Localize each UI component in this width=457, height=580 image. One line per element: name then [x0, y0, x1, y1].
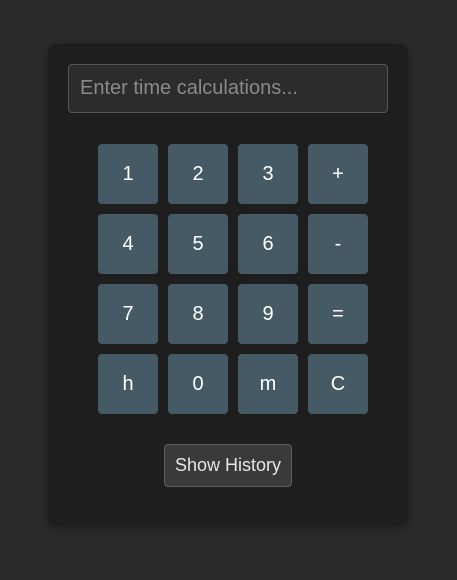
- key-9[interactable]: 9: [238, 284, 298, 344]
- key-minutes[interactable]: m: [238, 354, 298, 414]
- key-minus[interactable]: -: [308, 214, 368, 274]
- key-8[interactable]: 8: [168, 284, 228, 344]
- key-plus[interactable]: +: [308, 144, 368, 204]
- key-7[interactable]: 7: [98, 284, 158, 344]
- show-history-button[interactable]: Show History: [164, 444, 292, 487]
- key-3[interactable]: 3: [238, 144, 298, 204]
- key-equals[interactable]: =: [308, 284, 368, 344]
- key-clear[interactable]: C: [308, 354, 368, 414]
- key-1[interactable]: 1: [98, 144, 158, 204]
- time-calculation-input[interactable]: [68, 64, 388, 113]
- key-2[interactable]: 2: [168, 144, 228, 204]
- calculator-panel: 1 2 3 + 4 5 6 - 7 8 9 = h 0 m C Show His…: [48, 44, 408, 526]
- key-hours[interactable]: h: [98, 354, 158, 414]
- key-0[interactable]: 0: [168, 354, 228, 414]
- key-6[interactable]: 6: [238, 214, 298, 274]
- key-5[interactable]: 5: [168, 214, 228, 274]
- key-4[interactable]: 4: [98, 214, 158, 274]
- keypad: 1 2 3 + 4 5 6 - 7 8 9 = h 0 m C: [98, 144, 368, 414]
